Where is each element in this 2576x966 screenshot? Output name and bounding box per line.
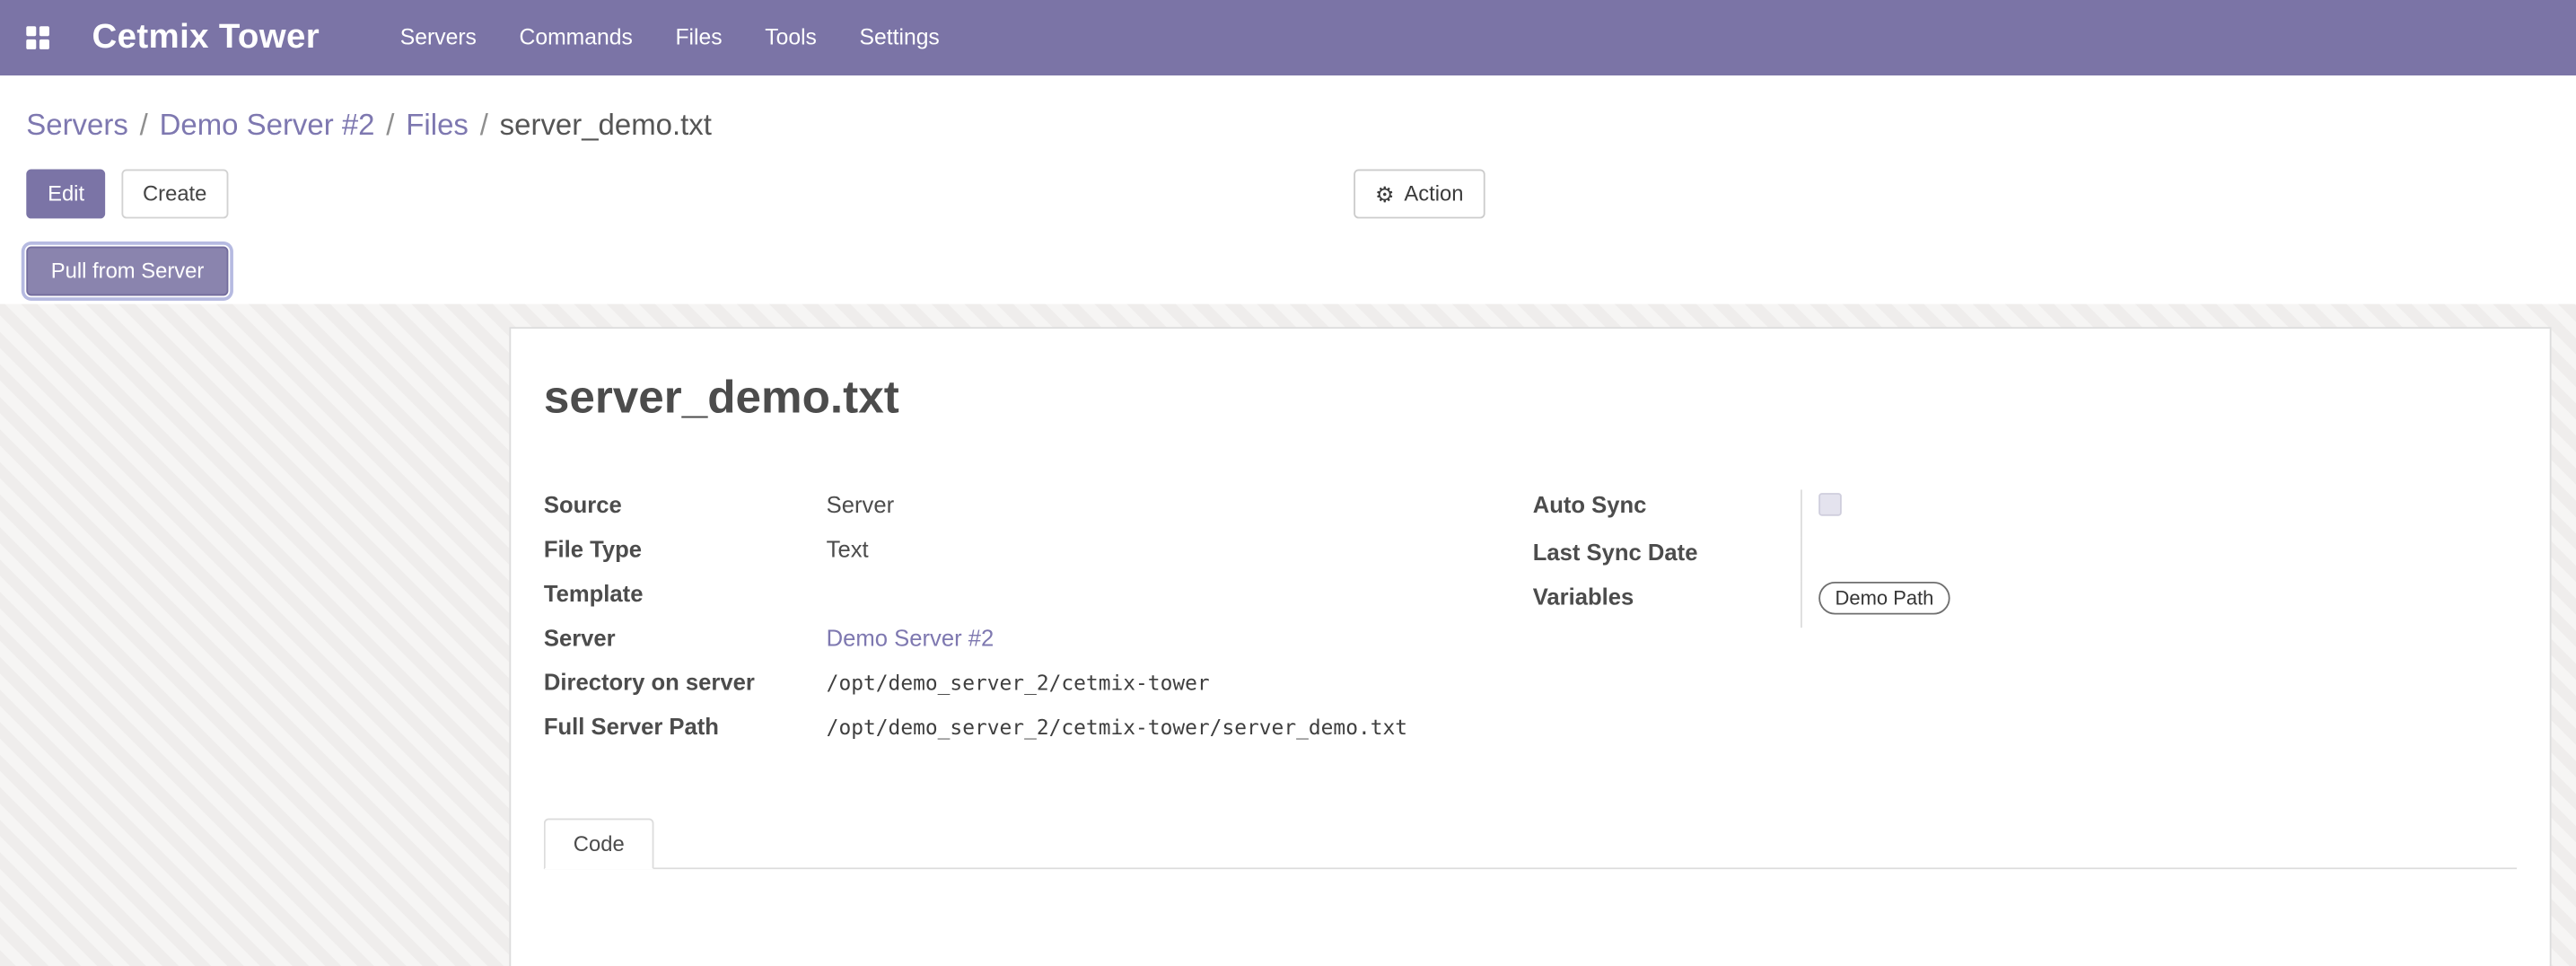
breadcrumb-demo-server[interactable]: Demo Server #2 [160,109,375,142]
field-value: Text [827,534,1533,566]
field-label-variables: Variables [1533,582,1801,628]
field-label: Directory on server [544,667,827,698]
breadcrumb-current: server_demo.txt [500,109,712,142]
gear-icon: ⚙ [1375,183,1394,205]
field-group-right: Auto Sync Last Sync Date Variables Demo … [1533,489,2517,628]
breadcrumb-separator: / [374,109,406,142]
field-file-type: File Type Text [544,534,1533,566]
control-panel: Servers/Demo Server #2/Files/server_demo… [0,75,2576,303]
variables-tag-demo-path[interactable]: Demo Path [1818,582,1950,615]
field-label: Full Server Path [544,712,827,743]
tab-code[interactable]: Code [544,819,654,870]
field-group-left: Source Server File Type Text Template Se… [544,489,1533,756]
field-template: Template [544,578,1533,610]
create-button[interactable]: Create [121,170,228,219]
record-title: server_demo.txt [544,372,2517,425]
action-button[interactable]: ⚙ Action [1354,170,1485,219]
field-value [827,578,1533,610]
field-label: Server [544,623,827,654]
top-navbar: Cetmix Tower Servers Commands Files Tool… [0,0,2576,75]
menu-servers[interactable]: Servers [379,0,498,75]
main-menu: Servers Commands Files Tools Settings [379,0,961,75]
breadcrumb-servers[interactable]: Servers [26,109,128,142]
server-link[interactable]: Demo Server #2 [827,625,994,651]
pull-from-server-button[interactable]: Pull from Server [26,247,229,296]
menu-commands[interactable]: Commands [498,0,654,75]
breadcrumb: Servers/Demo Server #2/Files/server_demo… [0,75,2576,148]
breadcrumb-separator: / [128,109,160,142]
field-directory-on-server: Directory on server /opt/demo_server_2/c… [544,667,1533,698]
field-value: /opt/demo_server_2/cetmix-tower/server_d… [827,712,1533,743]
app-brand[interactable]: Cetmix Tower [92,18,320,57]
field-label: Template [544,578,827,610]
field-label-last-sync-date: Last Sync Date [1533,538,1801,582]
notebook: Code [544,819,2517,966]
field-value-auto-sync [1801,489,2517,537]
field-source: Source Server [544,489,1533,521]
field-label: Source [544,489,827,521]
menu-tools[interactable]: Tools [743,0,837,75]
code-tab-content [544,869,2517,966]
tab-bar: Code [544,819,2517,870]
form-sheet: server_demo.txt Source Server File Type … [509,327,2551,966]
menu-settings[interactable]: Settings [838,0,961,75]
breadcrumb-separator: / [469,109,500,142]
workflow-button-row: Pull from Server [0,218,2576,303]
field-value: /opt/demo_server_2/cetmix-tower [827,667,1533,698]
auto-sync-checkbox[interactable] [1818,493,1842,516]
apps-grid-icon[interactable] [26,26,49,49]
field-value: Server [827,489,1533,521]
field-server: Server Demo Server #2 [544,623,1533,654]
breadcrumb-files[interactable]: Files [406,109,469,142]
action-button-label: Action [1404,182,1463,206]
app-window: Cetmix Tower Servers Commands Files Tool… [0,0,2576,963]
field-value-variables: Demo Path [1801,582,2517,628]
content-area: server_demo.txt Source Server File Type … [0,304,2576,966]
menu-files[interactable]: Files [654,0,744,75]
field-groups: Source Server File Type Text Template Se… [544,489,2517,756]
edit-button[interactable]: Edit [26,170,106,219]
field-label-auto-sync: Auto Sync [1533,489,1801,537]
field-label: File Type [544,534,827,566]
field-full-server-path: Full Server Path /opt/demo_server_2/cetm… [544,712,1533,743]
field-value-last-sync-date [1801,538,2517,582]
button-row: Edit Create ⚙ Action [0,148,2576,219]
